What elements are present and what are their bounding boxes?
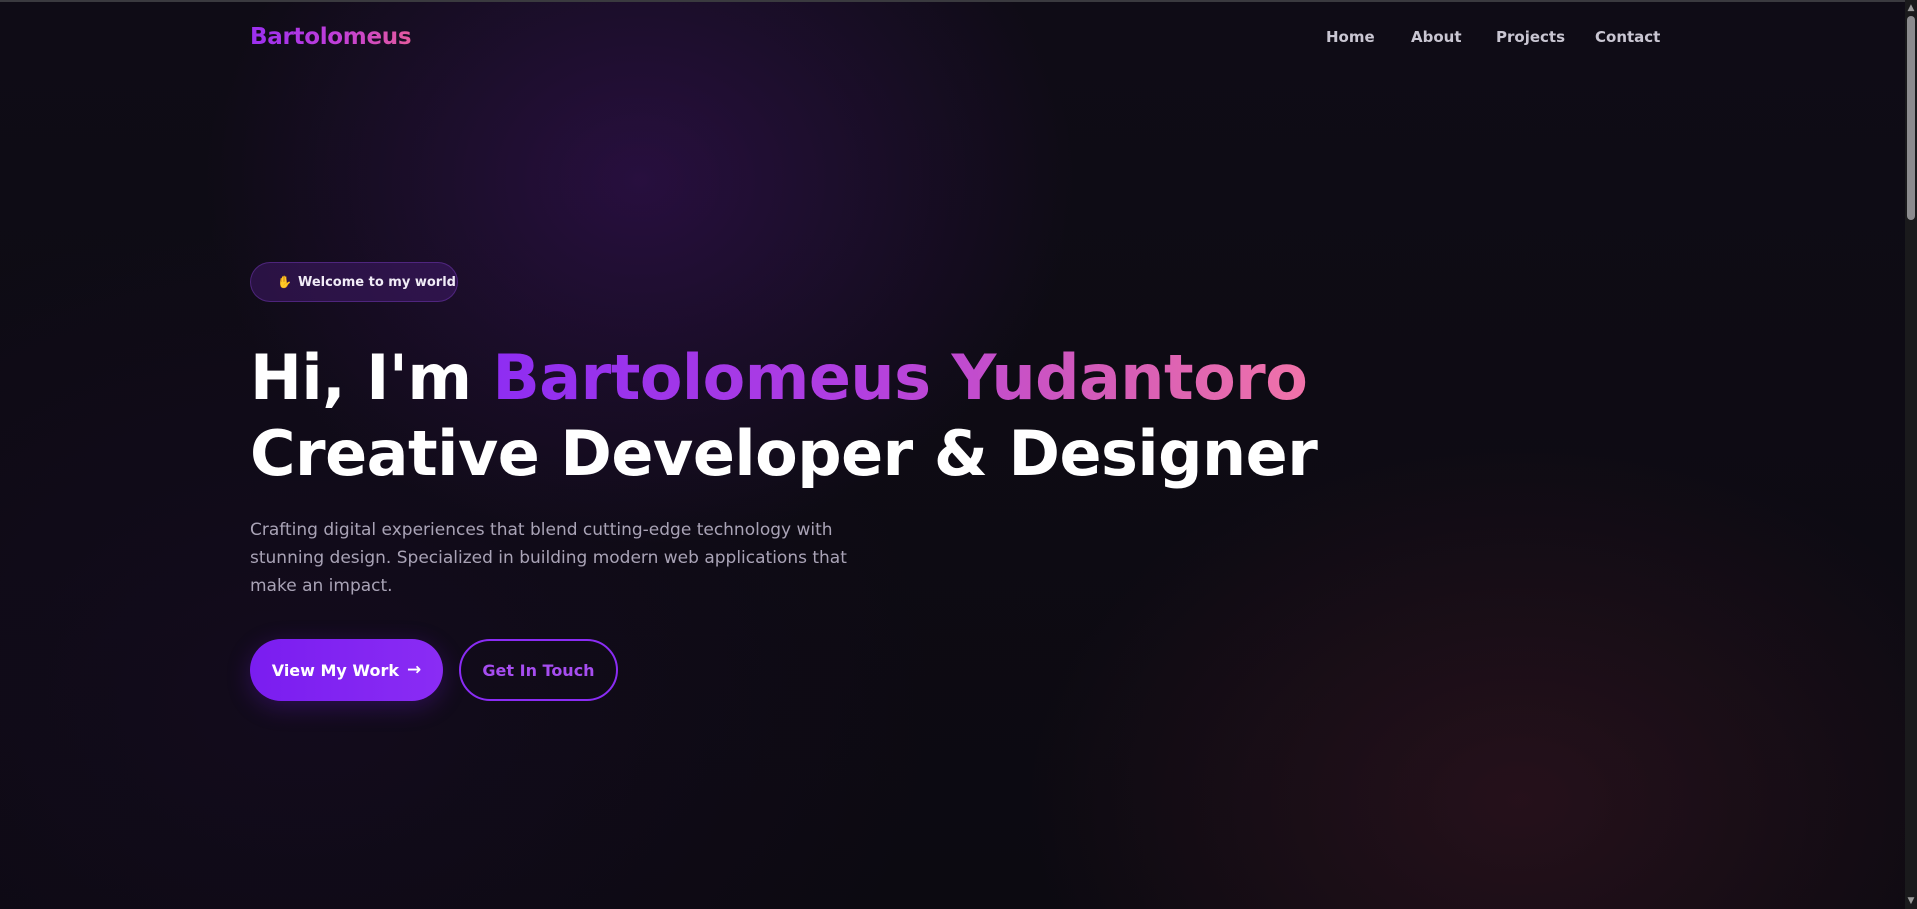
scrollbar-thumb[interactable]	[1907, 16, 1915, 220]
get-in-touch-button[interactable]: Get In Touch	[459, 639, 618, 701]
welcome-badge-text: Welcome to my world	[297, 274, 456, 290]
nav-link-about[interactable]: About	[1411, 26, 1462, 48]
scroll-down-arrow-icon[interactable]: ▼	[1905, 895, 1917, 907]
nav-link-contact[interactable]: Contact	[1595, 26, 1660, 48]
headline-prefix: Hi, I'm	[250, 341, 493, 414]
navbar: Bartolomeus Home About Projects Contact	[0, 0, 1905, 76]
site-logo[interactable]: Bartolomeus	[250, 22, 412, 52]
nav-link-projects[interactable]: Projects	[1496, 26, 1565, 48]
scroll-up-arrow-icon[interactable]: ▲	[1905, 2, 1917, 14]
hero-headline: Hi, I'm Bartolomeus Yudantoro Creative De…	[250, 340, 1318, 492]
view-my-work-button[interactable]: View My Work →	[250, 639, 443, 701]
nav-link-home[interactable]: Home	[1326, 26, 1375, 48]
arrow-right-icon: →	[407, 659, 422, 680]
page: Bartolomeus Home About Projects Contact …	[0, 0, 1917, 909]
hero-description: Crafting digital experiences that blend …	[250, 520, 847, 596]
view-my-work-label: View My Work	[271, 660, 400, 680]
welcome-badge: ✋ Welcome to my world	[250, 262, 458, 302]
waving-hand-icon: ✋	[277, 275, 292, 289]
headline-name: Bartolomeus Yudantoro	[492, 341, 1308, 414]
headline-subtitle: Creative Developer & Designer	[250, 417, 1318, 490]
vertical-scrollbar[interactable]: ▲ ▼	[1905, 0, 1917, 909]
